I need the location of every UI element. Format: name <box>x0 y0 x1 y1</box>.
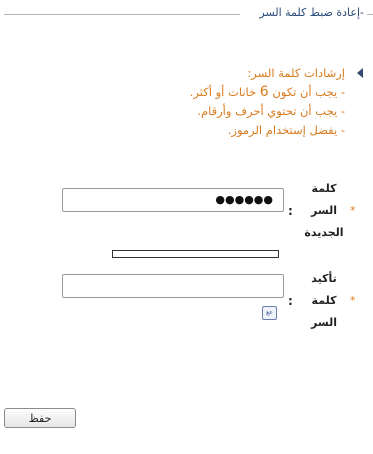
confirm-password-label: تأكيد كلمة السر <box>304 268 344 334</box>
save-button[interactable]: حفظ <box>4 408 76 428</box>
confirm-password-required-star: * <box>350 294 356 307</box>
new-password-colon: : <box>288 204 293 218</box>
virtual-keyboard-icon[interactable]: عع <box>262 306 277 320</box>
confirm-password-label-line3: السر <box>311 316 337 329</box>
confirm-password-colon: : <box>288 294 293 308</box>
guideline-symbols: - يفضل إستخدام الرموز. <box>227 123 345 137</box>
new-password-label: كلمة السر الجديدة <box>304 178 344 244</box>
new-password-masked-value: ●●●●●● <box>215 193 273 206</box>
guideline-min-length: - يجب أن تكون 6 خانات أو أكثر. <box>105 83 345 102</box>
confirm-password-label-line2: كلمة <box>311 294 337 307</box>
new-password-input[interactable]: ●●●●●● <box>62 188 284 212</box>
password-guidelines: إرشادات كلمة السر: - يجب أن تكون 6 خانات… <box>105 64 345 140</box>
arrow-bullet-icon <box>357 68 363 78</box>
guideline-min-length-prefix: - يجب أن تكون <box>268 85 345 99</box>
guidelines-heading: إرشادات كلمة السر: <box>247 66 345 80</box>
new-password-label-line2: السر <box>311 204 337 217</box>
guideline-letters-digits: - يجب أن تحتوي أحرف وأرقام. <box>197 104 345 118</box>
fieldset-border-left <box>4 14 240 15</box>
guideline-min-length-suffix: خانات أو أكثر. <box>189 85 260 99</box>
section-legend: -إعادة ضبط كلمة السر <box>259 6 364 19</box>
new-password-required-star: * <box>350 204 356 217</box>
guideline-min-length-number: 6 <box>259 84 269 100</box>
password-strength-meter <box>112 250 279 258</box>
confirm-password-input[interactable] <box>62 274 284 298</box>
confirm-password-label-line1: تأكيد <box>311 272 337 285</box>
new-password-label-line1: كلمة <box>311 182 337 195</box>
fieldset-border-right <box>367 14 373 15</box>
new-password-label-line3: الجديدة <box>304 226 344 239</box>
